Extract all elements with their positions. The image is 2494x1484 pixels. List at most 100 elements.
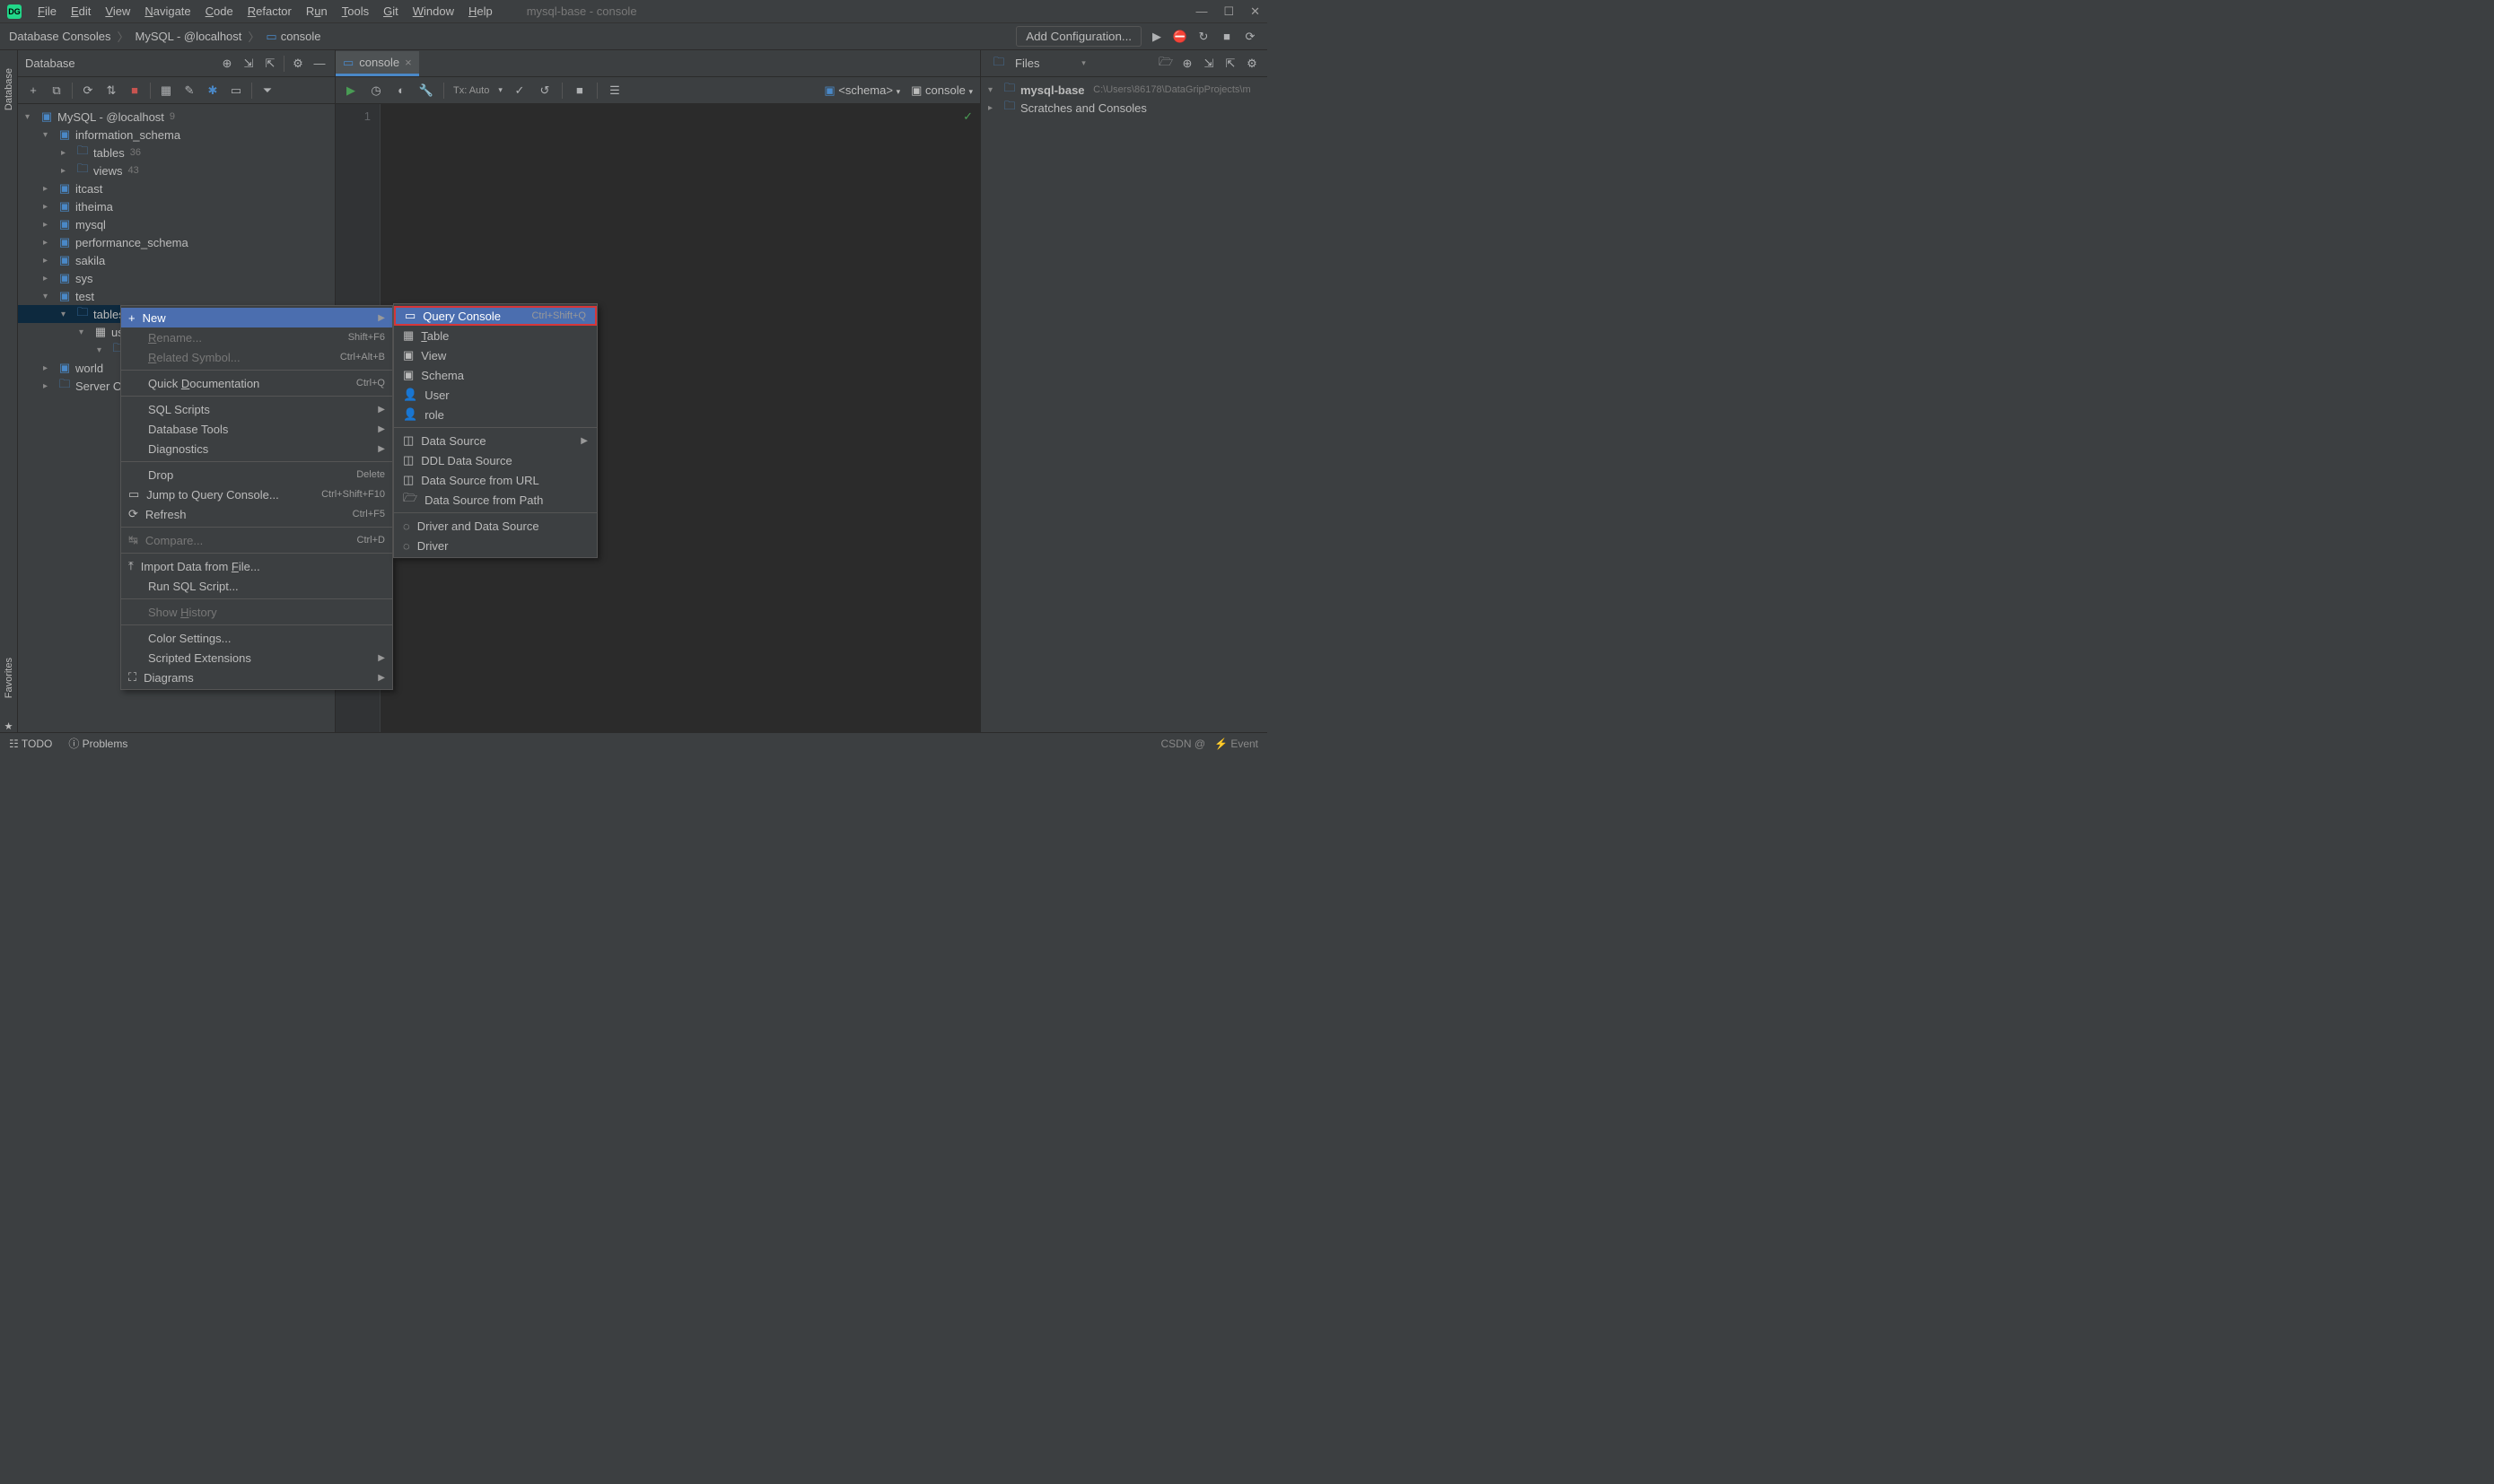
sub-schema[interactable]: ▣Schema — [394, 365, 597, 385]
grid-icon[interactable]: ▦ — [158, 83, 174, 99]
filter-icon[interactable]: ⏷ — [259, 83, 276, 99]
collapse-icon[interactable]: ⇱ — [1222, 56, 1238, 72]
ctx-diagrams[interactable]: ⛶Diagrams▶ — [121, 668, 392, 687]
menu-code[interactable]: Code — [198, 2, 241, 21]
tree-label[interactable]: itcast — [75, 182, 102, 196]
go-icon[interactable]: ✱ — [205, 83, 221, 99]
tree-label[interactable]: information_schema — [75, 128, 180, 142]
side-tab-database[interactable]: Database — [2, 59, 16, 119]
breadcrumb-item[interactable]: Database Consoles — [9, 30, 110, 43]
tree-label[interactable]: itheima — [75, 200, 113, 214]
minimize-icon[interactable]: — — [1195, 4, 1207, 19]
tab-close-icon[interactable]: × — [405, 56, 412, 69]
menu-refactor[interactable]: Refactor — [241, 2, 299, 21]
tree-label[interactable]: performance_schema — [75, 236, 188, 249]
ctx-history[interactable]: Show History — [121, 602, 392, 622]
copy-icon[interactable]: ⧉ — [48, 83, 65, 99]
breadcrumb-item[interactable]: MySQL - @localhost — [135, 30, 241, 43]
ctx-runsql[interactable]: Run SQL Script... — [121, 576, 392, 596]
ctx-drop[interactable]: DropDelete — [121, 465, 392, 484]
folder-open-icon[interactable]: 🗁 — [1158, 56, 1174, 72]
ctx-jump[interactable]: ▭Jump to Query Console...Ctrl+Shift+F10 — [121, 484, 392, 504]
terminal-icon[interactable]: ▭ — [228, 83, 244, 99]
menu-run[interactable]: Run — [299, 2, 335, 21]
tree-label[interactable]: test — [75, 290, 94, 303]
event-log-button[interactable]: ⚡ Event — [1214, 738, 1258, 750]
sub-role[interactable]: 👤role — [394, 405, 597, 424]
target-icon[interactable]: ⊕ — [219, 56, 235, 72]
editor-tab-console[interactable]: ▭ console × — [336, 51, 419, 76]
chevron-down-icon[interactable]: ▾ — [1081, 58, 1086, 68]
commit-icon[interactable]: ✓ — [512, 83, 528, 99]
ctx-dbtools[interactable]: Database Tools▶ — [121, 419, 392, 439]
collapse-icon[interactable]: ⇱ — [262, 56, 278, 72]
tx-mode[interactable]: Tx: Auto — [453, 85, 489, 96]
ctx-related[interactable]: Related Symbol...Ctrl+Alt+B — [121, 347, 392, 367]
tree-label[interactable]: Scratches and Consoles — [1020, 101, 1147, 115]
sub-user[interactable]: 👤User — [394, 385, 597, 405]
sub-ddl[interactable]: ◫DDL Data Source — [394, 450, 597, 470]
target-icon[interactable]: ⊕ — [1179, 56, 1195, 72]
gear-icon[interactable]: ⚙ — [1244, 56, 1260, 72]
menu-view[interactable]: View — [98, 2, 137, 21]
tree-label[interactable]: sys — [75, 272, 93, 285]
tree-label[interactable]: views — [93, 164, 123, 178]
tree-label[interactable]: tables — [93, 146, 125, 160]
ctx-sqlscripts[interactable]: SQL Scripts▶ — [121, 399, 392, 419]
menu-window[interactable]: Window — [406, 2, 461, 21]
menu-tools[interactable]: Tools — [335, 2, 376, 21]
bug-icon[interactable]: ⛔ — [1172, 29, 1188, 45]
git-update-icon[interactable]: ⟳ — [1242, 29, 1258, 45]
tree-label[interactable]: MySQL - @localhost — [57, 110, 164, 124]
problems-button[interactable]: ⓘ Problems — [68, 736, 127, 751]
gear-icon[interactable]: ⚙ — [290, 56, 306, 72]
coverage-icon[interactable]: ↻ — [1195, 29, 1212, 45]
stop-icon[interactable]: ■ — [1219, 29, 1235, 45]
todo-button[interactable]: ☷ TODO — [9, 738, 52, 750]
pencil-icon[interactable]: ✎ — [181, 83, 197, 99]
sub-ds-path[interactable]: 🗁Data Source from Path — [394, 490, 597, 510]
console-selector[interactable]: ▣ console ▾ — [911, 83, 973, 98]
side-tab-favorites[interactable]: Favorites — [2, 649, 16, 707]
expand-icon[interactable]: ⇲ — [241, 56, 257, 72]
ctx-new[interactable]: +New▶ — [121, 308, 392, 327]
sub-view[interactable]: ▣View — [394, 345, 597, 365]
sub-driver[interactable]: ◌Driver — [394, 536, 597, 555]
close-icon[interactable]: ✕ — [1250, 4, 1260, 19]
layout-icon[interactable]: ☰ — [607, 83, 623, 99]
add-configuration-button[interactable]: Add Configuration... — [1016, 26, 1142, 47]
ctx-scripted[interactable]: Scripted Extensions▶ — [121, 648, 392, 668]
history-icon[interactable]: ◷ — [368, 83, 384, 99]
sync-icon[interactable]: ⇅ — [103, 83, 119, 99]
schema-selector[interactable]: ▣ <schema> ▾ — [824, 83, 900, 98]
sub-table[interactable]: ▦Table — [394, 326, 597, 345]
refresh-icon[interactable]: ⟳ — [80, 83, 96, 99]
ctx-diagnostics[interactable]: Diagnostics▶ — [121, 439, 392, 458]
menu-file[interactable]: File — [31, 2, 64, 21]
ctx-import[interactable]: ⤒Import Data from File... — [121, 556, 392, 576]
tree-label[interactable]: mysql-base — [1020, 83, 1085, 97]
maximize-icon[interactable]: ☐ — [1223, 4, 1234, 19]
menu-navigate[interactable]: Navigate — [137, 2, 197, 21]
sub-query-console[interactable]: ▭Query ConsoleCtrl+Shift+Q — [394, 306, 597, 326]
ctx-colors[interactable]: Color Settings... — [121, 628, 392, 648]
hide-icon[interactable]: — — [311, 56, 328, 72]
stop-icon[interactable]: ■ — [572, 83, 588, 99]
stop-icon[interactable]: ■ — [127, 83, 143, 99]
ctx-quickdoc[interactable]: Quick DocumentationCtrl+Q — [121, 373, 392, 393]
run-icon[interactable]: ▶ — [343, 83, 359, 99]
run-icon[interactable]: ▶ — [1149, 29, 1165, 45]
tree-label[interactable]: mysql — [75, 218, 106, 231]
explain-icon[interactable]: ◐ — [393, 83, 409, 99]
tree-label[interactable]: sakila — [75, 254, 105, 267]
breadcrumb-item[interactable]: console — [281, 30, 321, 43]
add-icon[interactable]: + — [25, 83, 41, 99]
sub-driver-ds[interactable]: ◌Driver and Data Source — [394, 516, 597, 536]
menu-help[interactable]: Help — [461, 2, 500, 21]
settings-icon[interactable]: 🔧 — [418, 83, 434, 99]
rollback-icon[interactable]: ↺ — [537, 83, 553, 99]
ctx-rename[interactable]: Rename...Shift+F6 — [121, 327, 392, 347]
sub-datasource[interactable]: ◫Data Source▶ — [394, 431, 597, 450]
ctx-compare[interactable]: ↹Compare...Ctrl+D — [121, 530, 392, 550]
expand-icon[interactable]: ⇲ — [1201, 56, 1217, 72]
